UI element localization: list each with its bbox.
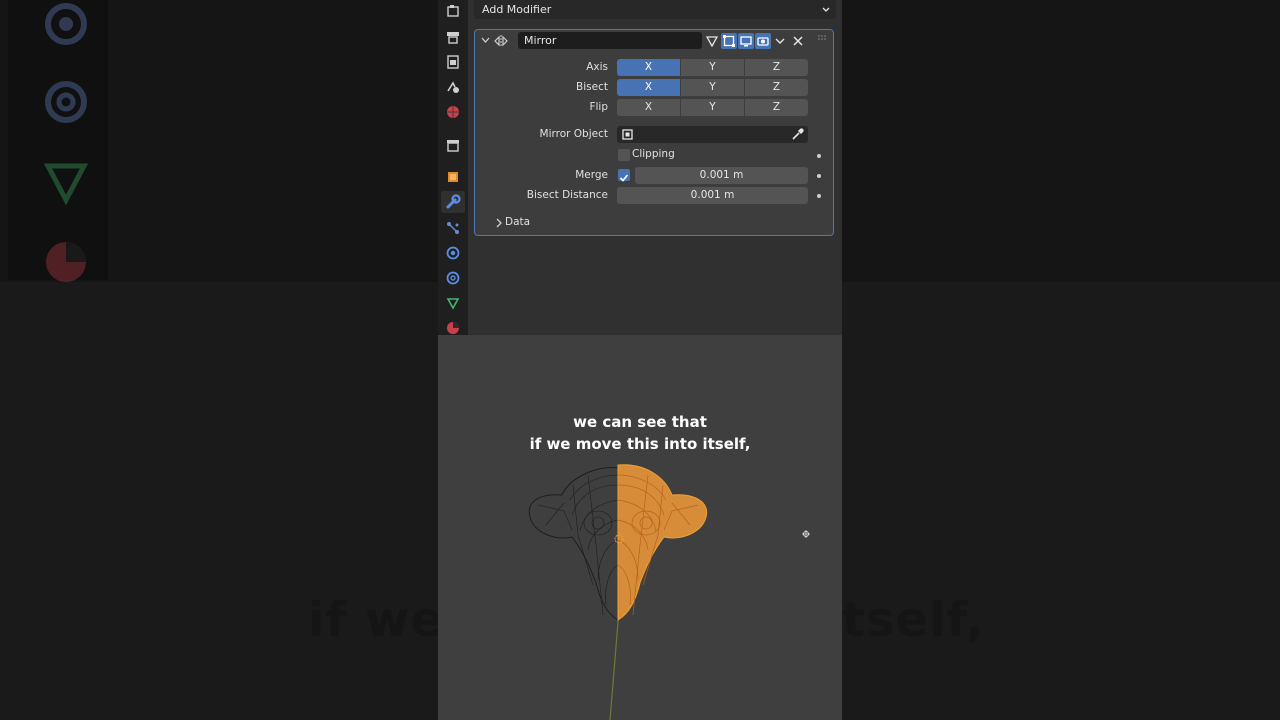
cage-icon — [706, 36, 718, 47]
axis-label: Axis — [586, 61, 608, 73]
suzanne-mesh — [528, 464, 708, 621]
modifier-menu-button[interactable] — [772, 33, 788, 49]
mirror-object-field[interactable] — [617, 126, 808, 143]
edit-mode-icon — [723, 35, 735, 47]
clipping-label: Clipping — [632, 148, 675, 160]
axis-x-toggle[interactable]: X — [617, 59, 680, 76]
axis-toggle-group: X Y Z — [617, 59, 808, 76]
render-icon — [447, 32, 459, 44]
mirror-object-label: Mirror Object — [539, 128, 608, 140]
background-tab-strip — [8, 0, 108, 282]
chevron-right-icon — [496, 218, 502, 228]
bisect-distance-field[interactable]: 0.001 m — [617, 187, 808, 204]
flip-y-toggle[interactable]: Y — [681, 99, 744, 116]
tab-scene[interactable] — [445, 104, 461, 120]
bisect-toggle-group: X Y Z — [617, 79, 808, 96]
object-data-icon — [446, 298, 460, 310]
3d-viewport[interactable]: we can see that if we move this into its… — [438, 335, 842, 720]
tab-view-layer[interactable] — [445, 79, 461, 95]
chevron-down-icon — [775, 38, 785, 44]
tab-material[interactable] — [445, 320, 461, 336]
checkmark-icon — [619, 174, 629, 182]
tab-object-data[interactable] — [445, 295, 461, 311]
edit-mode-toggle[interactable] — [721, 33, 737, 49]
properties-tab-bar — [438, 0, 468, 335]
object-icon — [622, 129, 633, 140]
remove-modifier-button[interactable] — [790, 33, 806, 49]
flip-x-toggle[interactable]: X — [617, 99, 680, 116]
viewport-scene — [528, 464, 810, 720]
tab-particles[interactable] — [445, 220, 461, 236]
clipping-keyframe-dot[interactable] — [817, 154, 821, 158]
axis-z-toggle[interactable]: Z — [745, 59, 808, 76]
view-layer-icon — [447, 81, 459, 93]
bisect-z-toggle[interactable]: Z — [745, 79, 808, 96]
material-icon — [447, 322, 459, 334]
data-subpanel-label: Data — [505, 216, 531, 228]
bisect-y-toggle[interactable]: Y — [681, 79, 744, 96]
output-icon — [447, 55, 459, 69]
background-caption-left: if we — [308, 592, 444, 648]
flip-toggle-group: X Y Z — [617, 99, 808, 116]
background-material-icon — [46, 242, 86, 282]
tab-render[interactable] — [445, 29, 461, 45]
tab-modifiers[interactable] — [441, 191, 465, 213]
merge-checkbox[interactable] — [618, 169, 630, 182]
3d-cursor-icon — [802, 530, 810, 538]
add-modifier-dropdown[interactable]: Add Modifier — [474, 0, 836, 19]
camera-icon — [757, 37, 769, 46]
drag-handle-icon[interactable] — [818, 35, 827, 43]
properties-editor: Add Modifier Mirror Axis X Y Z Bisect X … — [438, 0, 842, 335]
tab-tool[interactable] — [445, 3, 461, 19]
chevron-down-icon — [822, 0, 830, 25]
mirror-modifier-icon — [494, 35, 508, 47]
axis-y-toggle[interactable]: Y — [681, 59, 744, 76]
flip-label: Flip — [589, 101, 608, 113]
tab-collection[interactable] — [445, 137, 461, 153]
merge-label: Merge — [575, 169, 608, 181]
background-constraints-icon — [45, 81, 87, 123]
constraints-icon — [446, 271, 460, 285]
data-subpanel-header[interactable]: Data — [493, 216, 693, 230]
collection-icon — [447, 140, 459, 152]
modifier-name-field[interactable]: Mirror — [518, 32, 702, 49]
background-right-top — [842, 0, 1280, 282]
bisect-x-toggle[interactable]: X — [617, 79, 680, 96]
bisect-label: Bisect — [576, 81, 608, 93]
eyedropper-icon[interactable] — [791, 128, 804, 141]
render-toggle[interactable] — [755, 33, 771, 49]
tool-icon — [447, 5, 459, 17]
close-icon — [793, 36, 803, 46]
y-axis-line — [609, 609, 620, 720]
background-physics-icon — [45, 3, 87, 45]
background-object-data-icon — [43, 163, 89, 206]
monitor-icon — [740, 36, 752, 47]
subtitle-line-1: we can see that — [573, 413, 707, 431]
merge-distance-field[interactable]: 0.001 m — [635, 167, 808, 184]
subtitle-line-2: if we move this into itself, — [529, 435, 751, 453]
particles-icon — [447, 222, 459, 234]
physics-icon — [446, 246, 460, 260]
edit-cage-button[interactable] — [704, 33, 720, 49]
viewport-display-toggle[interactable] — [738, 33, 754, 49]
blender-window: Add Modifier Mirror Axis X Y Z Bisect X … — [438, 0, 842, 720]
tab-output[interactable] — [445, 54, 461, 70]
tab-constraints[interactable] — [445, 270, 461, 286]
tab-physics[interactable] — [445, 245, 461, 261]
background-caption-right: tself, — [842, 592, 986, 648]
modifier-icon — [446, 194, 461, 209]
merge-keyframe-dot[interactable] — [817, 174, 821, 178]
mirror-modifier-panel: Mirror Axis X Y Z Bisect X Y Z Flip X Y … — [474, 29, 834, 236]
tab-object[interactable] — [445, 169, 461, 185]
add-modifier-label: Add Modifier — [482, 3, 552, 16]
clipping-checkbox[interactable] — [618, 149, 630, 161]
collapse-chevron-icon[interactable] — [481, 36, 490, 45]
scene-icon — [447, 106, 459, 118]
modifier-header: Mirror — [475, 30, 833, 52]
bisect-distance-keyframe-dot[interactable] — [817, 194, 821, 198]
bisect-distance-label: Bisect Distance — [526, 189, 608, 201]
flip-z-toggle[interactable]: Z — [745, 99, 808, 116]
object-icon — [448, 172, 458, 182]
